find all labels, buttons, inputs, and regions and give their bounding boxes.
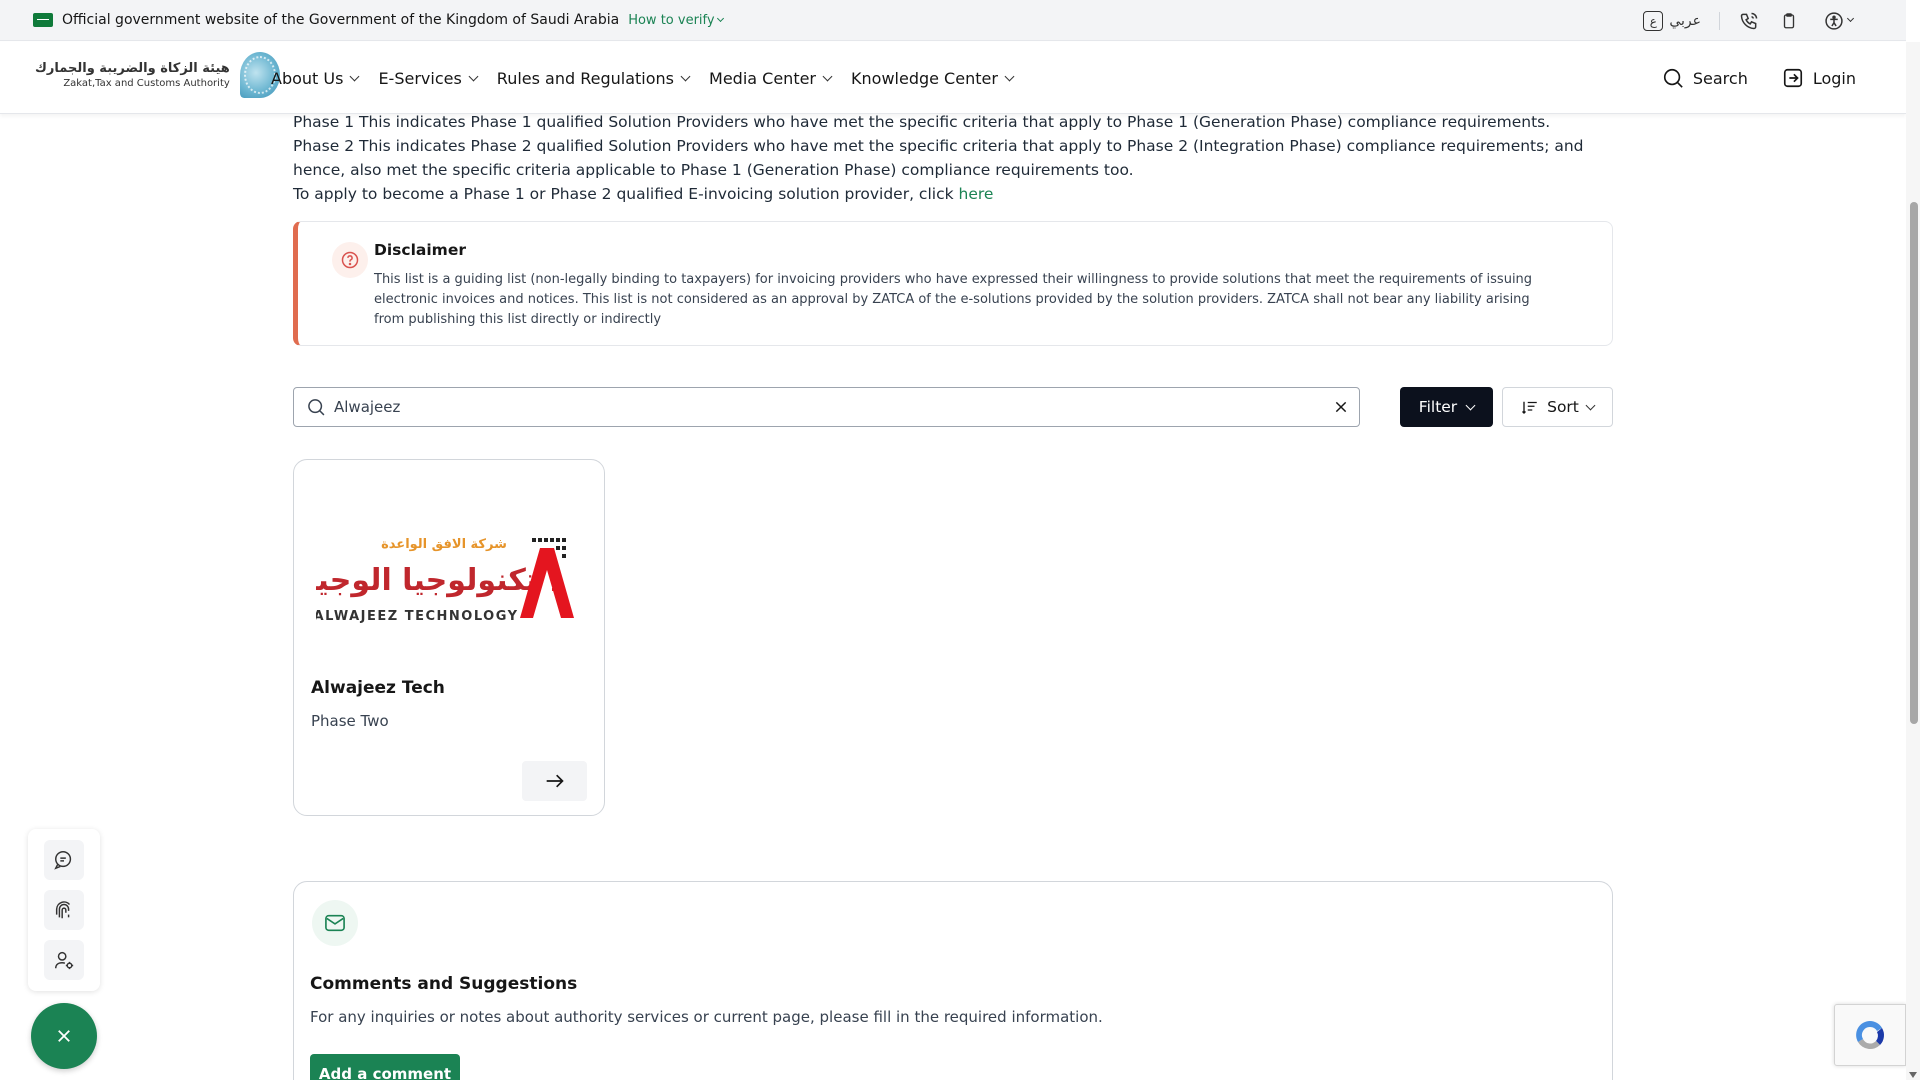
gov-banner: Official government website of the Gover… bbox=[0, 0, 1906, 41]
chat-icon bbox=[54, 851, 72, 870]
main-menu: About Us E-Services Rules and Regulation… bbox=[271, 42, 1015, 114]
question-circle-icon bbox=[332, 242, 368, 278]
logo-arabic-small: شركة الافق الواعدة bbox=[381, 537, 507, 552]
zatca-logo[interactable]: هيئة الزكاة والضريبة والجمارك Zakat,Tax … bbox=[35, 52, 280, 98]
chevron-down-icon bbox=[1004, 71, 1015, 81]
chevron-down-icon bbox=[822, 71, 833, 81]
divider bbox=[1719, 11, 1720, 30]
search-label: Search bbox=[1692, 68, 1748, 88]
close-toolbar-button[interactable] bbox=[31, 1003, 97, 1069]
arrow-right-icon bbox=[546, 774, 564, 788]
phase-info: Phase 1 This indicates Phase 1 qualified… bbox=[293, 110, 1613, 206]
saudi-flag-icon bbox=[33, 13, 53, 27]
sort-label: Sort bbox=[1547, 398, 1579, 416]
comments-description: For any inquiries or notes about authori… bbox=[310, 1008, 1103, 1026]
fingerprint-icon bbox=[55, 901, 71, 919]
logo-text: هيئة الزكاة والضريبة والجمارك Zakat,Tax … bbox=[35, 61, 230, 90]
recaptcha-icon bbox=[1856, 1021, 1884, 1050]
logo-arabic-big: تكنولوجيا الوجيز bbox=[316, 563, 537, 598]
page-scrollbar[interactable] bbox=[1906, 42, 1920, 1080]
chevron-down-icon bbox=[468, 71, 479, 81]
phase-2-description: Phase 2 This indicates Phase 2 qualified… bbox=[293, 137, 1584, 179]
provider-name: Alwajeez Tech bbox=[311, 678, 445, 698]
accessibility-icon[interactable] bbox=[1818, 10, 1858, 32]
apply-here-link[interactable]: here bbox=[959, 185, 994, 203]
login-icon bbox=[1783, 68, 1802, 88]
user-settings-icon bbox=[55, 951, 74, 970]
menu-e-services[interactable]: E-Services bbox=[378, 68, 479, 88]
gov-banner-text: Official government website of the Gover… bbox=[62, 12, 620, 28]
logo-english: ALWAJEEZ TECHNOLOGY bbox=[316, 609, 518, 624]
disclaimer-box: Disclaimer This list is a guiding list (… bbox=[293, 221, 1613, 346]
provider-card[interactable]: شركة الافق الواعدة تكنولوجيا الوجيز ALWA… bbox=[293, 459, 605, 816]
language-switch[interactable]: ﻉ عربي bbox=[1643, 10, 1701, 31]
search-button[interactable]: Search bbox=[1662, 67, 1748, 89]
chat-button[interactable] bbox=[44, 840, 84, 880]
language-icon: ﻉ bbox=[1643, 10, 1664, 31]
mail-icon bbox=[312, 900, 358, 946]
menu-label: Rules and Regulations bbox=[496, 68, 675, 88]
menu-label: E-Services bbox=[378, 68, 462, 88]
floating-toolbar bbox=[28, 829, 100, 991]
scroll-down-arrow-icon[interactable] bbox=[1909, 1072, 1917, 1078]
sort-button[interactable]: Sort bbox=[1502, 387, 1613, 427]
how-to-verify-label: How to verify bbox=[628, 12, 715, 28]
search-icon bbox=[308, 399, 325, 416]
chevron-down-icon bbox=[1585, 400, 1596, 410]
search-icon bbox=[1663, 68, 1683, 88]
phone-icon[interactable] bbox=[1738, 10, 1760, 32]
close-icon bbox=[58, 1030, 70, 1042]
close-icon bbox=[1335, 401, 1347, 413]
gov-utilities: ﻉ عربي bbox=[1643, 0, 1858, 41]
menu-label: About Us bbox=[271, 68, 344, 88]
apply-text: To apply to become a Phase 1 or Phase 2 … bbox=[293, 182, 1613, 206]
disclaimer-title: Disclaimer bbox=[374, 241, 466, 259]
apply-text-prefix: To apply to become a Phase 1 or Phase 2 … bbox=[293, 185, 959, 203]
clipboard-icon[interactable] bbox=[1778, 10, 1800, 32]
menu-rules-regulations[interactable]: Rules and Regulations bbox=[496, 68, 691, 88]
logo-english-name: Zakat,Tax and Customs Authority bbox=[63, 77, 230, 89]
chevron-down-icon bbox=[1465, 400, 1476, 410]
filter-label: Filter bbox=[1418, 398, 1458, 416]
chevron-down-icon bbox=[349, 71, 360, 81]
login-label: Login bbox=[1812, 68, 1856, 88]
comments-title: Comments and Suggestions bbox=[310, 974, 578, 994]
login-button[interactable]: Login bbox=[1782, 67, 1856, 89]
phase-1-description: Phase 1 This indicates Phase 1 qualified… bbox=[293, 113, 1551, 131]
chevron-down-icon bbox=[716, 14, 724, 22]
menu-knowledge-center[interactable]: Knowledge Center bbox=[851, 68, 1015, 88]
logo-arabic-name: هيئة الزكاة والضريبة والجمارك bbox=[35, 60, 230, 76]
comments-section: Comments and Suggestions For any inquiri… bbox=[293, 881, 1613, 1080]
view-provider-button[interactable] bbox=[522, 761, 587, 801]
menu-label: Media Center bbox=[709, 68, 817, 88]
sort-icon bbox=[1522, 401, 1537, 414]
fingerprint-button[interactable] bbox=[44, 890, 84, 930]
alwajeez-technology-logo: شركة الافق الواعدة تكنولوجيا الوجيز ALWA… bbox=[297, 530, 586, 640]
menu-about-us[interactable]: About Us bbox=[271, 68, 360, 88]
provider-phase: Phase Two bbox=[311, 712, 389, 730]
nav-actions: Search Login bbox=[1662, 42, 1856, 114]
search-input[interactable] bbox=[334, 398, 1323, 416]
add-comment-button[interactable]: Add a comment bbox=[310, 1054, 460, 1080]
language-label: عربي bbox=[1669, 12, 1701, 29]
search-field[interactable] bbox=[293, 387, 1360, 427]
menu-media-center[interactable]: Media Center bbox=[709, 68, 833, 88]
user-settings-button[interactable] bbox=[44, 940, 84, 980]
menu-label: Knowledge Center bbox=[851, 68, 998, 88]
how-to-verify-link[interactable]: How to verify bbox=[628, 12, 724, 28]
disclaimer-body: This list is a guiding list (non-legally… bbox=[374, 272, 1533, 327]
recaptcha-badge[interactable] bbox=[1834, 1004, 1906, 1066]
chevron-down-icon bbox=[680, 71, 691, 81]
chevron-down-icon bbox=[1846, 14, 1854, 23]
main-navbar: هيئة الزكاة والضريبة والجمارك Zakat,Tax … bbox=[0, 42, 1906, 114]
clear-search-button[interactable] bbox=[1323, 389, 1359, 425]
filter-button[interactable]: Filter bbox=[1400, 387, 1493, 427]
scrollbar-thumb[interactable] bbox=[1910, 202, 1918, 724]
